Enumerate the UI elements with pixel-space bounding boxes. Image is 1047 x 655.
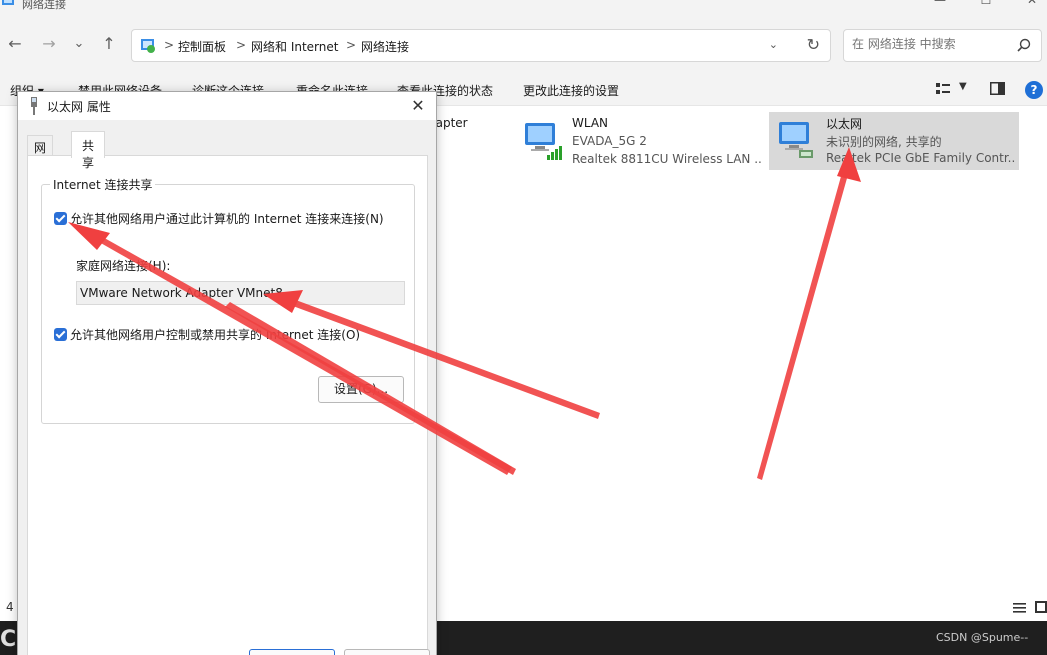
ics-groupbox: Internet 连接共享 允许其他网络用户通过此计算机的 Internet 连… [41,176,415,424]
connection-name: WLAN [572,116,609,130]
network-connections-icon [2,0,14,5]
background-app-letter: C [0,627,17,652]
address-bar[interactable]: > 控制面板 > 网络和 Internet > 网络连接 ⌄ ↻ [131,29,831,62]
search-box[interactable] [843,29,1042,62]
control-panel-icon [141,39,155,53]
dialog-body: 网络 共享 Internet 连接共享 允许其他网络用户通过此计算机的 Inte… [18,120,436,655]
breadcrumb-separator: > [236,38,247,52]
breadcrumb-separator: > [164,38,175,52]
view-options-icon[interactable] [936,83,950,95]
refresh-icon[interactable]: ↻ [807,35,820,54]
home-network-label: 家庭网络连接(H): [76,259,171,273]
tab-network[interactable]: 网络 [27,135,54,172]
watermark: CSDN @Spume-- [936,631,1029,644]
ok-button[interactable] [249,649,335,655]
tab-sharing[interactable]: 共享 [71,131,106,170]
connection-device: Realtek PCIe GbE Family Contr... [826,151,1016,165]
navigation-row: ← → ⌄ ↑ > 控制面板 > 网络和 Internet > 网络连接 ⌄ ↻ [0,18,1047,74]
view-options-dropdown-icon[interactable]: ▼ [959,81,967,92]
connection-status: EVADA_5G 2 [572,134,647,148]
network-adapter-icon [31,97,37,115]
ethernet-properties-dialog: 以太网 属性 ✕ 网络 共享 Internet 连接共享 允许其他网络用户通过此… [17,91,437,655]
forward-button[interactable]: → [37,32,61,56]
breadcrumb-network-connections[interactable]: 网络连接 [361,38,409,55]
change-settings-command[interactable]: 更改此连接的设置 [523,82,619,99]
preview-pane-icon[interactable] [990,82,1005,95]
group-title: Internet 连接共享 [50,176,156,193]
maximize-button[interactable]: ☐ [963,0,1009,12]
cancel-button[interactable] [344,649,430,655]
details-view-icon[interactable] [1013,603,1026,613]
minimize-button[interactable]: — [917,0,963,12]
help-icon[interactable]: ? [1025,81,1043,99]
connection-name: 以太网 [826,117,863,131]
close-window-button[interactable]: ✕ [1009,0,1047,12]
home-network-select[interactable]: VMware Network Adapter VMnet8 [76,281,405,305]
breadcrumb-network-internet[interactable]: 网络和 Internet [251,38,338,55]
up-button[interactable]: ↑ [97,32,121,56]
breadcrumb-separator: > [346,38,357,52]
large-icons-view-icon[interactable] [1035,601,1047,613]
breadcrumb-control-panel[interactable]: 控制面板 [178,38,226,55]
allow-connect-checkbox[interactable] [54,212,67,225]
back-button[interactable]: ← [3,32,27,56]
dialog-close-button[interactable]: ✕ [406,95,430,117]
connection-device: Realtek 8811CU Wireless LAN ... [572,152,762,166]
recent-locations-button[interactable]: ⌄ [67,32,91,56]
item-count: 4 [6,600,14,614]
search-icon[interactable] [1017,38,1031,52]
address-dropdown-icon[interactable]: ⌄ [769,38,778,51]
search-input[interactable] [852,37,1012,51]
allow-control-label[interactable]: 允许其他网络用户控制或禁用共享的 Internet 连接(O) [70,326,360,343]
connection-status: 未识别的网络, 共享的 [826,135,942,149]
settings-button[interactable]: 设置(G)... [318,376,404,403]
connection-item-ethernet[interactable]: 以太网 未识别的网络, 共享的 Realtek PCIe GbE Family … [769,112,1019,170]
dialog-title: 以太网 属性 [47,100,111,114]
home-network-value: VMware Network Adapter VMnet8 [80,286,283,300]
window-titlebar: 网络连接 — ☐ ✕ [0,0,1047,18]
dialog-titlebar: 以太网 属性 ✕ [18,92,436,120]
wireless-network-icon [525,123,562,160]
allow-control-checkbox[interactable] [54,328,67,341]
sharing-panel: Internet 连接共享 允许其他网络用户通过此计算机的 Internet 连… [27,155,430,655]
window-title: 网络连接 [22,0,66,11]
ethernet-network-icon [779,122,813,158]
allow-connect-label[interactable]: 允许其他网络用户通过此计算机的 Internet 连接来连接(N) [70,210,384,227]
connection-item-wlan[interactable]: WLAN EVADA_5G 2 Realtek 8811CU Wireless … [515,113,765,171]
